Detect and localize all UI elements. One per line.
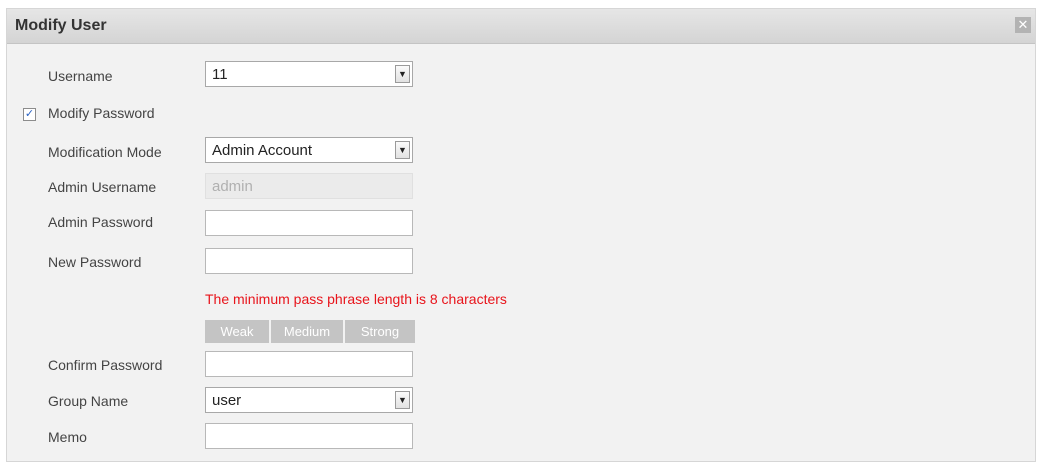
modification-mode-select[interactable]: Admin Account ▼ <box>205 137 413 163</box>
group-name-select[interactable]: user ▼ <box>205 387 413 413</box>
admin-username-field <box>205 173 413 199</box>
new-password-label: New Password <box>48 254 142 270</box>
strength-medium: Medium <box>269 320 343 343</box>
memo-label: Memo <box>48 429 87 445</box>
modify-password-label[interactable]: Modify Password <box>48 105 155 121</box>
modification-mode-select-value: Admin Account <box>212 142 313 159</box>
confirm-password-field[interactable] <box>205 351 413 377</box>
modify-user-dialog: Modify User ✕ Username 11 ▼ ✓ Modify Pas… <box>6 8 1036 462</box>
chevron-down-icon[interactable]: ▼ <box>395 65 410 83</box>
strength-weak: Weak <box>205 320 269 343</box>
admin-username-label: Admin Username <box>48 179 157 195</box>
dialog-titlebar: Modify User ✕ <box>7 9 1035 44</box>
modify-password-checkbox[interactable]: ✓ <box>23 108 36 121</box>
memo-field[interactable] <box>205 423 413 449</box>
confirm-password-label: Confirm Password <box>48 357 163 373</box>
password-strength-meter: Weak Medium Strong <box>205 320 415 343</box>
admin-password-field[interactable] <box>205 210 413 236</box>
chevron-down-icon[interactable]: ▼ <box>395 391 410 409</box>
close-icon[interactable]: ✕ <box>1015 17 1031 33</box>
modification-mode-label: Modification Mode <box>48 144 162 160</box>
username-select-value: 11 <box>212 66 228 83</box>
admin-password-label: Admin Password <box>48 214 154 230</box>
username-label: Username <box>48 68 113 84</box>
strength-strong: Strong <box>343 320 415 343</box>
group-name-label: Group Name <box>48 393 129 409</box>
dialog-title: Modify User <box>15 17 107 34</box>
new-password-field[interactable] <box>205 248 413 274</box>
password-length-hint: The minimum pass phrase length is 8 char… <box>205 291 507 307</box>
username-select[interactable]: 11 ▼ <box>205 61 413 87</box>
chevron-down-icon[interactable]: ▼ <box>395 141 410 159</box>
group-name-select-value: user <box>212 392 242 409</box>
